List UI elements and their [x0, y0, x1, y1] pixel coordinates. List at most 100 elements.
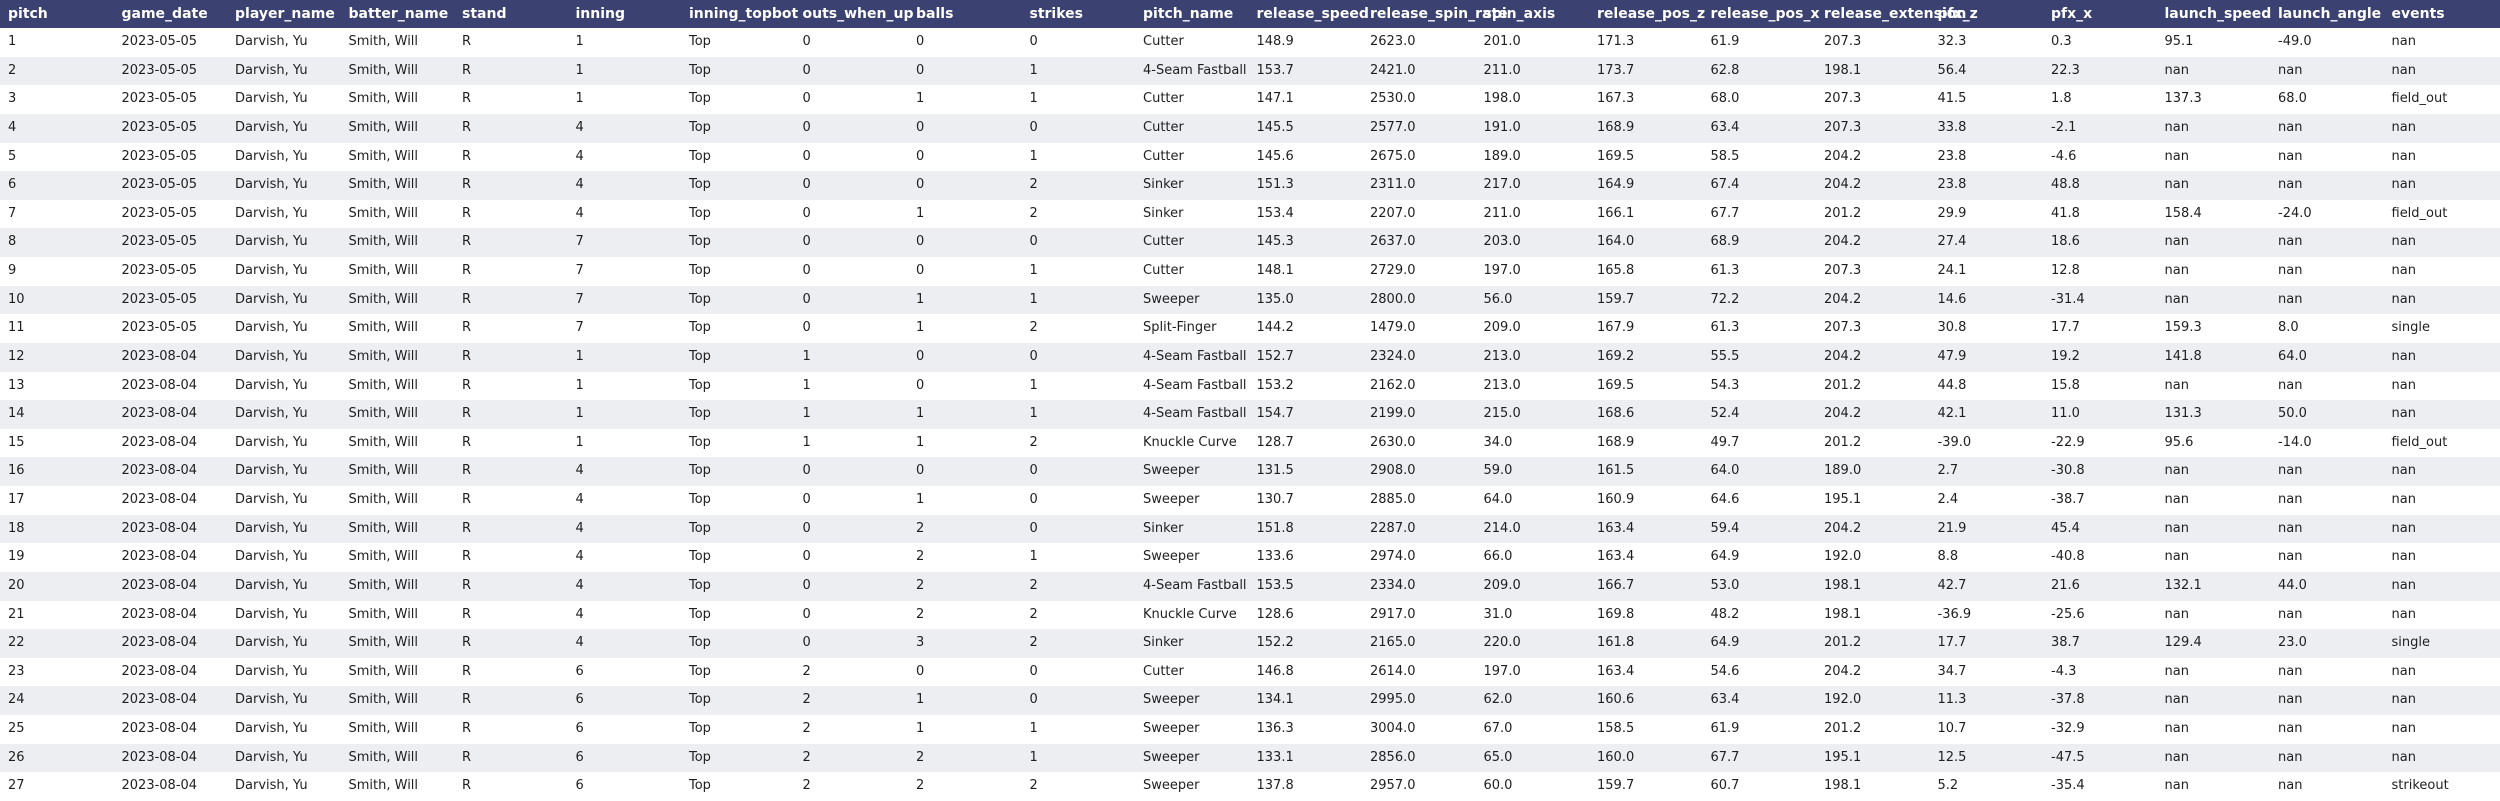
cell-stand: R [454, 28, 568, 57]
cell-stand: R [454, 601, 568, 630]
column-header-game-date[interactable]: game_date [114, 0, 228, 28]
cell-release-pos-z: 171.3 [1589, 28, 1703, 57]
cell-release-speed: 146.8 [1249, 658, 1363, 687]
table-row: 12023-05-05Darvish, YuSmith, WillR1Top00… [0, 28, 2500, 57]
cell-launch-angle: 44.0 [2270, 572, 2384, 601]
cell-release-speed: 147.1 [1249, 85, 1363, 114]
cell-batter-name: Smith, Will [341, 429, 455, 458]
cell-inning-topbot: Top [681, 57, 795, 86]
cell-strikes: 0 [1022, 343, 1136, 372]
cell-strikes: 1 [1022, 372, 1136, 401]
cell-strikes: 1 [1022, 715, 1136, 744]
cell-release-speed: 153.5 [1249, 572, 1363, 601]
cell-balls: 2 [908, 543, 1022, 572]
cell-pfx-z: 56.4 [1930, 57, 2044, 86]
cell-inning: 4 [568, 171, 682, 200]
cell-inning-topbot: Top [681, 314, 795, 343]
column-header-stand[interactable]: stand [454, 0, 568, 28]
cell-pitch: 12 [0, 343, 114, 372]
cell-release-spin-rate: 3004.0 [1362, 715, 1476, 744]
cell-launch-speed: nan [2157, 286, 2271, 315]
column-header-release-pos-x[interactable]: release_pos_x [1703, 0, 1817, 28]
column-header-batter-name[interactable]: batter_name [341, 0, 455, 28]
cell-spin-axis: 203.0 [1476, 228, 1590, 257]
cell-strikes: 1 [1022, 744, 1136, 773]
table-body: 12023-05-05Darvish, YuSmith, WillR1Top00… [0, 28, 2500, 801]
cell-launch-speed: nan [2157, 257, 2271, 286]
column-header-events[interactable]: events [2384, 0, 2500, 28]
cell-release-pos-x: 60.7 [1703, 772, 1817, 801]
cell-release-spin-rate: 2199.0 [1362, 400, 1476, 429]
cell-game-date: 2023-05-05 [114, 200, 228, 229]
cell-pitch-name: 4-Seam Fastball [1135, 57, 1249, 86]
cell-balls: 2 [908, 744, 1022, 773]
column-header-strikes[interactable]: strikes [1022, 0, 1136, 28]
column-header-launch-angle[interactable]: launch_angle [2270, 0, 2384, 28]
column-header-inning-topbot[interactable]: inning_topbot [681, 0, 795, 28]
column-header-release-extension[interactable]: release_extension [1816, 0, 1930, 28]
cell-outs-when-up: 1 [795, 429, 909, 458]
cell-launch-angle: nan [2270, 515, 2384, 544]
table-row: 92023-05-05Darvish, YuSmith, WillR7Top00… [0, 257, 2500, 286]
cell-pfx-x: 21.6 [2043, 572, 2157, 601]
cell-release-pos-x: 64.6 [1703, 486, 1817, 515]
cell-outs-when-up: 1 [795, 372, 909, 401]
cell-launch-speed: nan [2157, 457, 2271, 486]
cell-launch-speed: nan [2157, 715, 2271, 744]
cell-pitch: 2 [0, 57, 114, 86]
cell-inning-topbot: Top [681, 343, 795, 372]
cell-release-speed: 145.5 [1249, 114, 1363, 143]
cell-spin-axis: 64.0 [1476, 486, 1590, 515]
column-header-release-speed[interactable]: release_speed [1249, 0, 1363, 28]
cell-game-date: 2023-05-05 [114, 28, 228, 57]
cell-release-spin-rate: 2311.0 [1362, 171, 1476, 200]
column-header-pfx-x[interactable]: pfx_x [2043, 0, 2157, 28]
column-header-pitch[interactable]: pitch [0, 0, 114, 28]
column-header-balls[interactable]: balls [908, 0, 1022, 28]
column-header-release-pos-z[interactable]: release_pos_z [1589, 0, 1703, 28]
cell-release-pos-z: 166.1 [1589, 200, 1703, 229]
cell-pfx-x: -31.4 [2043, 286, 2157, 315]
cell-launch-angle: nan [2270, 114, 2384, 143]
cell-release-speed: 153.7 [1249, 57, 1363, 86]
cell-release-pos-z: 165.8 [1589, 257, 1703, 286]
cell-balls: 0 [908, 457, 1022, 486]
cell-strikes: 1 [1022, 85, 1136, 114]
cell-release-extension: 195.1 [1816, 486, 1930, 515]
cell-release-extension: 201.2 [1816, 200, 1930, 229]
cell-events: nan [2384, 543, 2500, 572]
cell-release-pos-z: 168.9 [1589, 429, 1703, 458]
cell-release-pos-x: 61.3 [1703, 257, 1817, 286]
cell-release-speed: 153.2 [1249, 372, 1363, 401]
cell-launch-angle: 8.0 [2270, 314, 2384, 343]
column-header-launch-speed[interactable]: launch_speed [2157, 0, 2271, 28]
column-header-pfx-z[interactable]: pfx_z [1930, 0, 2044, 28]
cell-release-pos-z: 164.9 [1589, 171, 1703, 200]
cell-events: nan [2384, 400, 2500, 429]
cell-player-name: Darvish, Yu [227, 314, 341, 343]
cell-stand: R [454, 486, 568, 515]
cell-pitch: 23 [0, 658, 114, 687]
cell-inning: 1 [568, 57, 682, 86]
column-header-spin-axis[interactable]: spin_axis [1476, 0, 1590, 28]
cell-outs-when-up: 0 [795, 171, 909, 200]
cell-strikes: 2 [1022, 772, 1136, 801]
cell-player-name: Darvish, Yu [227, 372, 341, 401]
cell-release-pos-z: 167.9 [1589, 314, 1703, 343]
cell-events: nan [2384, 658, 2500, 687]
column-header-inning[interactable]: inning [568, 0, 682, 28]
cell-release-pos-z: 168.9 [1589, 114, 1703, 143]
cell-inning: 4 [568, 629, 682, 658]
column-header-player-name[interactable]: player_name [227, 0, 341, 28]
column-header-pitch-name[interactable]: pitch_name [1135, 0, 1249, 28]
cell-release-pos-z: 164.0 [1589, 228, 1703, 257]
cell-player-name: Darvish, Yu [227, 143, 341, 172]
cell-stand: R [454, 744, 568, 773]
cell-pitch: 21 [0, 601, 114, 630]
column-header-release-spin-rate[interactable]: release_spin_rate [1362, 0, 1476, 28]
cell-strikes: 1 [1022, 257, 1136, 286]
cell-pfx-z: 32.3 [1930, 28, 2044, 57]
cell-inning: 7 [568, 228, 682, 257]
column-header-outs-when-up[interactable]: outs_when_up [795, 0, 909, 28]
cell-outs-when-up: 2 [795, 686, 909, 715]
